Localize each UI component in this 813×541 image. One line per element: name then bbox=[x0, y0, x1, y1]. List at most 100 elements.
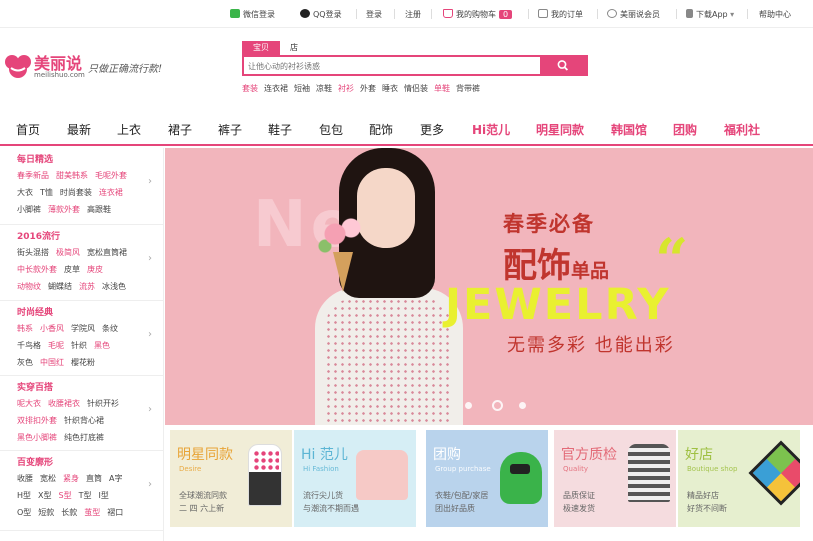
sidebar-category-link[interactable]: 针织 bbox=[71, 341, 87, 350]
sidebar-category-link[interactable]: 时尚套装 bbox=[60, 188, 92, 197]
sidebar-category-link[interactable]: 呢大衣 bbox=[17, 399, 41, 408]
sidebar-category-link[interactable]: 茧型 bbox=[84, 508, 100, 517]
chevron-right-icon[interactable]: › bbox=[148, 329, 152, 340]
sidebar-section-title[interactable]: 实穿百搭 bbox=[17, 380, 53, 393]
sidebar-category-link[interactable]: 小香风 bbox=[40, 324, 64, 333]
hot-keyword-link[interactable]: 情侣装 bbox=[404, 84, 428, 93]
sidebar-section-title[interactable]: 2016流行 bbox=[17, 229, 60, 242]
sidebar-category-link[interactable]: 毛呢外套 bbox=[95, 171, 127, 180]
sidebar-category-link[interactable]: 学院风 bbox=[71, 324, 95, 333]
sidebar-category-link[interactable]: 春季新品 bbox=[17, 171, 49, 180]
nav-item[interactable]: 裤子 bbox=[218, 121, 242, 138]
sidebar-category-link[interactable]: I型 bbox=[98, 491, 108, 500]
sidebar-category-link[interactable]: 短款 bbox=[38, 508, 54, 517]
hot-keyword-link[interactable]: 套装 bbox=[242, 84, 258, 93]
nav-item[interactable]: 更多 bbox=[420, 121, 444, 138]
download-app-link[interactable]: 下载App ▾ bbox=[686, 9, 734, 20]
category-card[interactable]: 明星同款 Desire 全球潮流同款二 四 六上新 bbox=[170, 430, 292, 527]
sidebar-category-link[interactable]: 冰浅色 bbox=[102, 282, 126, 291]
nav-item[interactable]: 韩国馆 bbox=[611, 121, 647, 138]
nav-item[interactable]: 包包 bbox=[319, 121, 343, 138]
hero-banner[interactable]: New 春季必备 配饰单品 “ JEWELRY 无需多彩 也能出彩 bbox=[165, 148, 813, 425]
chevron-right-icon[interactable]: › bbox=[148, 253, 152, 264]
sidebar-category-link[interactable]: 流苏 bbox=[79, 282, 95, 291]
wechat-login-link[interactable]: 微信登录 bbox=[230, 9, 275, 20]
login-link[interactable]: 登录 bbox=[366, 9, 382, 20]
sidebar-category-link[interactable]: H型 bbox=[17, 491, 31, 500]
sidebar-category-link[interactable]: 毛呢 bbox=[48, 341, 64, 350]
nav-item[interactable]: 最新 bbox=[67, 121, 91, 138]
register-link[interactable]: 注册 bbox=[405, 9, 421, 20]
sidebar-section-title[interactable]: 时尚经典 bbox=[17, 305, 53, 318]
nav-item[interactable]: 配饰 bbox=[369, 121, 393, 138]
tab-products[interactable]: 宝贝 bbox=[242, 41, 280, 55]
sidebar-category-link[interactable]: 韩系 bbox=[17, 324, 33, 333]
sidebar-category-link[interactable]: T型 bbox=[79, 491, 92, 500]
sidebar-category-link[interactable]: 动物纹 bbox=[17, 282, 41, 291]
hot-keyword-link[interactable]: 外套 bbox=[360, 84, 376, 93]
chevron-right-icon[interactable]: › bbox=[148, 176, 152, 187]
sidebar-category-link[interactable]: 收腰 bbox=[17, 474, 33, 483]
sidebar-category-link[interactable]: 宽松 bbox=[40, 474, 56, 483]
nav-item[interactable]: 首页 bbox=[16, 121, 40, 138]
sidebar-category-link[interactable]: 连衣裙 bbox=[99, 188, 123, 197]
nav-item[interactable]: 福利社 bbox=[724, 121, 760, 138]
chevron-right-icon[interactable]: › bbox=[148, 404, 152, 415]
nav-item[interactable]: Hi范儿 bbox=[472, 121, 510, 138]
sidebar-category-link[interactable]: 长款 bbox=[61, 508, 77, 517]
sidebar-category-link[interactable]: 甜美韩系 bbox=[56, 171, 88, 180]
sidebar-category-link[interactable]: 樱花粉 bbox=[71, 358, 95, 367]
sidebar-category-link[interactable]: 条纹 bbox=[102, 324, 118, 333]
carousel-dot[interactable] bbox=[465, 402, 472, 409]
cart-link[interactable]: 我的购物车 0 bbox=[443, 9, 513, 20]
qq-login-link[interactable]: QQ登录 bbox=[300, 9, 342, 20]
category-card[interactable]: 团购 Group purchase 衣鞋/包配/家居 团出好品质 bbox=[426, 430, 548, 527]
sidebar-category-link[interactable]: 庚皮 bbox=[87, 265, 103, 274]
sidebar-category-link[interactable]: 灰色 bbox=[17, 358, 33, 367]
sidebar-category-link[interactable]: A字 bbox=[109, 474, 122, 483]
sidebar-category-link[interactable]: 收腰裙衣 bbox=[48, 399, 80, 408]
hot-keyword-link[interactable]: 短袖 bbox=[294, 84, 310, 93]
sidebar-category-link[interactable]: T恤 bbox=[40, 188, 53, 197]
hot-keyword-link[interactable]: 背带裤 bbox=[456, 84, 480, 93]
category-card[interactable]: 好店 Boutique shop 精品好店 好货不间断 bbox=[678, 430, 800, 527]
category-card[interactable]: 官方质检 Quality 品质保证 极速发货 bbox=[554, 430, 676, 527]
nav-item[interactable]: 团购 bbox=[673, 121, 697, 138]
carousel-dot[interactable] bbox=[519, 402, 526, 409]
sidebar-category-link[interactable]: O型 bbox=[17, 508, 31, 517]
carousel-dot[interactable] bbox=[492, 400, 503, 411]
hot-keyword-link[interactable]: 连衣裙 bbox=[264, 84, 288, 93]
sidebar-category-link[interactable]: 蝴蝶结 bbox=[48, 282, 72, 291]
search-input[interactable] bbox=[248, 59, 538, 73]
sidebar-category-link[interactable]: X型 bbox=[38, 491, 51, 500]
logo-lips-icon[interactable] bbox=[3, 50, 33, 80]
help-center-link[interactable]: 帮助中心 bbox=[759, 9, 791, 20]
sidebar-category-link[interactable]: 薄款外套 bbox=[48, 205, 80, 214]
sidebar-category-link[interactable]: 极简风 bbox=[56, 248, 80, 257]
sidebar-category-link[interactable]: 纯色打底裤 bbox=[64, 433, 104, 442]
vip-link[interactable]: 美丽说会员 bbox=[607, 9, 660, 20]
nav-item[interactable]: 鞋子 bbox=[268, 121, 292, 138]
sidebar-category-link[interactable]: 中国红 bbox=[40, 358, 64, 367]
sidebar-category-link[interactable]: 宽松直筒裙 bbox=[87, 248, 127, 257]
hot-keyword-link[interactable]: 单鞋 bbox=[434, 84, 450, 93]
sidebar-category-link[interactable]: 褶口 bbox=[107, 508, 123, 517]
sidebar-category-link[interactable]: 大衣 bbox=[17, 188, 33, 197]
orders-link[interactable]: 我的订单 bbox=[538, 9, 583, 20]
sidebar-category-link[interactable]: 针织背心裙 bbox=[64, 416, 104, 425]
sidebar-section-title[interactable]: 百变廓形 bbox=[17, 455, 53, 468]
sidebar-category-link[interactable]: 皮草 bbox=[64, 265, 80, 274]
nav-item[interactable]: 明星同款 bbox=[536, 121, 584, 138]
hot-keyword-link[interactable]: 凉鞋 bbox=[316, 84, 332, 93]
sidebar-category-link[interactable]: 黑色 bbox=[94, 341, 110, 350]
sidebar-section-title[interactable]: 每日精选 bbox=[17, 152, 53, 165]
tab-shops[interactable]: 店铺 bbox=[282, 41, 306, 66]
search-button[interactable] bbox=[540, 57, 586, 74]
sidebar-category-link[interactable]: 中长款外套 bbox=[17, 265, 57, 274]
sidebar-category-link[interactable]: 直筒 bbox=[86, 474, 102, 483]
chevron-right-icon[interactable]: › bbox=[148, 479, 152, 490]
nav-item[interactable]: 裙子 bbox=[168, 121, 192, 138]
sidebar-category-link[interactable]: 针织开衫 bbox=[87, 399, 119, 408]
sidebar-category-link[interactable]: 街头混搭 bbox=[17, 248, 49, 257]
nav-item[interactable]: 上衣 bbox=[117, 121, 141, 138]
